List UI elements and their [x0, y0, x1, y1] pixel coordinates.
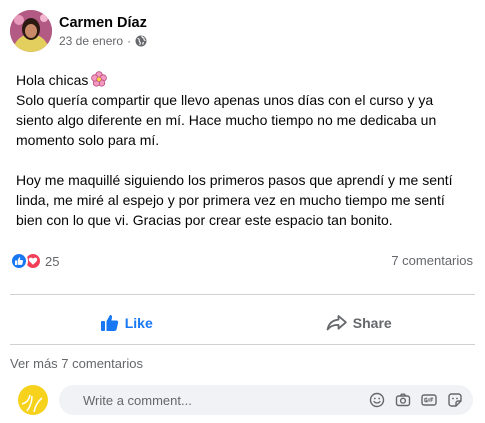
post-meta: Carmen Díaz 23 de enero ·	[59, 14, 147, 49]
sticker-icon[interactable]	[447, 392, 463, 408]
composer-icons	[359, 392, 463, 408]
separator-dot: ·	[127, 33, 132, 48]
post-body: Hola chicas Solo quería compartir que ll…	[16, 70, 471, 230]
like-button[interactable]: Like	[10, 304, 243, 342]
greeting-line: Hola chicas	[16, 70, 471, 90]
divider-bottom	[10, 344, 475, 345]
share-arrow-icon	[326, 315, 347, 331]
share-button[interactable]: Share	[243, 304, 476, 342]
reactions-summary[interactable]: 25	[10, 251, 59, 271]
thumbs-up-icon	[100, 314, 118, 331]
globe-icon	[135, 35, 147, 47]
commenter-avatar	[17, 384, 49, 416]
like-reaction-icon	[10, 252, 28, 270]
like-label: Like	[124, 315, 153, 331]
comments-count-link[interactable]: 7 comentarios	[391, 253, 473, 268]
reaction-count: 25	[45, 253, 60, 269]
view-more-comments[interactable]: Ver más 7 comentarios	[10, 356, 143, 371]
paragraph-1: Solo quería compartir que llevo apenas u…	[16, 92, 437, 148]
gif-icon[interactable]	[421, 392, 437, 408]
comment-placeholder: Write a comment...	[83, 392, 192, 408]
post-header: Carmen Díaz 23 de enero ·	[10, 10, 147, 52]
author-avatar[interactable]	[10, 10, 52, 52]
greeting-text: Hola chicas	[16, 72, 89, 88]
camera-icon[interactable]	[395, 392, 411, 408]
share-label: Share	[352, 315, 392, 331]
comment-composer: Write a comment...	[17, 384, 473, 416]
author-name[interactable]: Carmen Díaz	[59, 14, 147, 32]
post-date[interactable]: 23 de enero	[59, 33, 123, 49]
post-subline: 23 de enero ·	[59, 33, 147, 49]
pink-flower-emoji	[91, 71, 108, 87]
emoji-icon[interactable]	[369, 392, 385, 408]
paragraph-2: Hoy me maquillé siguiendo los primeros p…	[16, 172, 453, 228]
divider-top	[10, 294, 475, 295]
post-actions: Like Share	[10, 304, 475, 342]
comment-input[interactable]: Write a comment...	[59, 385, 473, 415]
